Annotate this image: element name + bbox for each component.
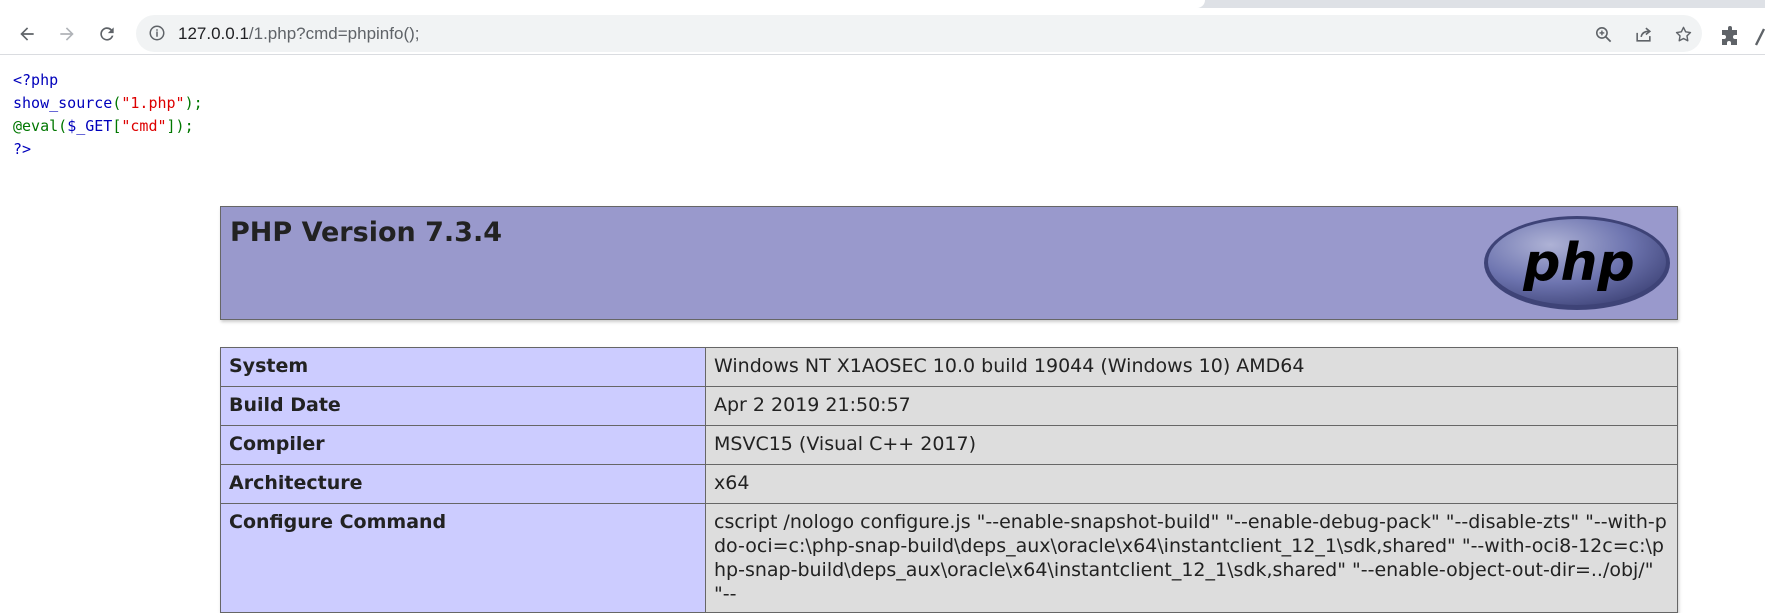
row-key: Build Date bbox=[220, 386, 706, 426]
code-string-cmd: "cmd" bbox=[121, 117, 167, 135]
phpinfo-header: PHP Version 7.3.4 php bbox=[220, 206, 1678, 320]
forward-button[interactable] bbox=[52, 19, 82, 49]
zoom-in-icon bbox=[1595, 26, 1611, 42]
row-value: Apr 2 2019 21:50:57 bbox=[705, 386, 1678, 426]
row-value: MSVC15 (Visual C++ 2017) bbox=[705, 425, 1678, 465]
code-bracket-close: ]); bbox=[166, 117, 194, 135]
extensions-puzzle-icon[interactable] bbox=[1718, 25, 1742, 49]
reload-button[interactable] bbox=[92, 19, 122, 49]
zoom-button[interactable] bbox=[1592, 23, 1614, 45]
row-value: Windows NT X1AOSEC 10.0 build 19044 (Win… bbox=[705, 347, 1678, 387]
other-tab[interactable] bbox=[1213, 0, 1765, 8]
site-info-icon[interactable] bbox=[148, 24, 166, 42]
profile-edge-icon[interactable] bbox=[1754, 25, 1765, 49]
table-row: System Windows NT X1AOSEC 10.0 build 190… bbox=[220, 347, 1678, 387]
back-button[interactable] bbox=[12, 19, 42, 49]
row-key: Configure Command bbox=[220, 503, 706, 613]
arrow-left-icon bbox=[20, 27, 34, 41]
row-value: x64 bbox=[705, 464, 1678, 504]
table-row: Configure Command cscript /nologo config… bbox=[220, 503, 1678, 613]
table-row: Build Date Apr 2 2019 21:50:57 bbox=[220, 386, 1678, 426]
row-key: System bbox=[220, 347, 706, 387]
code-fn-show-source: show_source bbox=[13, 94, 113, 112]
star-icon bbox=[1675, 26, 1691, 41]
arrow-right-icon bbox=[60, 27, 74, 41]
url-path: /1.php?cmd=phpinfo(); bbox=[248, 24, 420, 43]
table-row: Architecture x64 bbox=[220, 464, 1678, 504]
reload-icon bbox=[100, 27, 114, 41]
share-button[interactable] bbox=[1632, 23, 1654, 45]
php-version-title: PHP Version 7.3.4 bbox=[230, 217, 502, 248]
url-host: 127.0.0.1 bbox=[178, 24, 249, 43]
url-text[interactable]: 127.0.0.1/1.php?cmd=phpinfo(); bbox=[178, 24, 420, 44]
code-string-filename: "1.php" bbox=[121, 94, 185, 112]
code-paren-close: ); bbox=[184, 94, 203, 112]
php-logo-icon[interactable]: php bbox=[1482, 214, 1672, 312]
browser-toolbar: 127.0.0.1/1.php?cmd=phpinfo(); bbox=[0, 8, 1765, 55]
row-key: Architecture bbox=[220, 464, 706, 504]
bookmark-button[interactable] bbox=[1672, 23, 1694, 45]
row-value: cscript /nologo configure.js "--enable-s… bbox=[705, 503, 1678, 613]
phpinfo-output: PHP Version 7.3.4 php System Windows NT … bbox=[220, 206, 1678, 613]
code-eval: @eval( bbox=[13, 117, 68, 135]
address-bar[interactable]: 127.0.0.1/1.php?cmd=phpinfo(); bbox=[136, 15, 1702, 52]
share-icon bbox=[1635, 27, 1651, 42]
phpinfo-table: System Windows NT X1AOSEC 10.0 build 190… bbox=[220, 347, 1678, 613]
php-logo-text: php bbox=[1522, 233, 1634, 293]
php-source-code: <?php show_source("1.php"); @eval($_GET[… bbox=[13, 69, 203, 161]
current-tab[interactable] bbox=[0, 0, 1205, 8]
code-get-var: $_GET bbox=[67, 117, 113, 135]
table-row: Compiler MSVC15 (Visual C++ 2017) bbox=[220, 425, 1678, 465]
code-line-open-tag: <?php bbox=[13, 71, 59, 89]
code-line-close-tag: ?> bbox=[13, 140, 32, 158]
row-key: Compiler bbox=[220, 425, 706, 465]
